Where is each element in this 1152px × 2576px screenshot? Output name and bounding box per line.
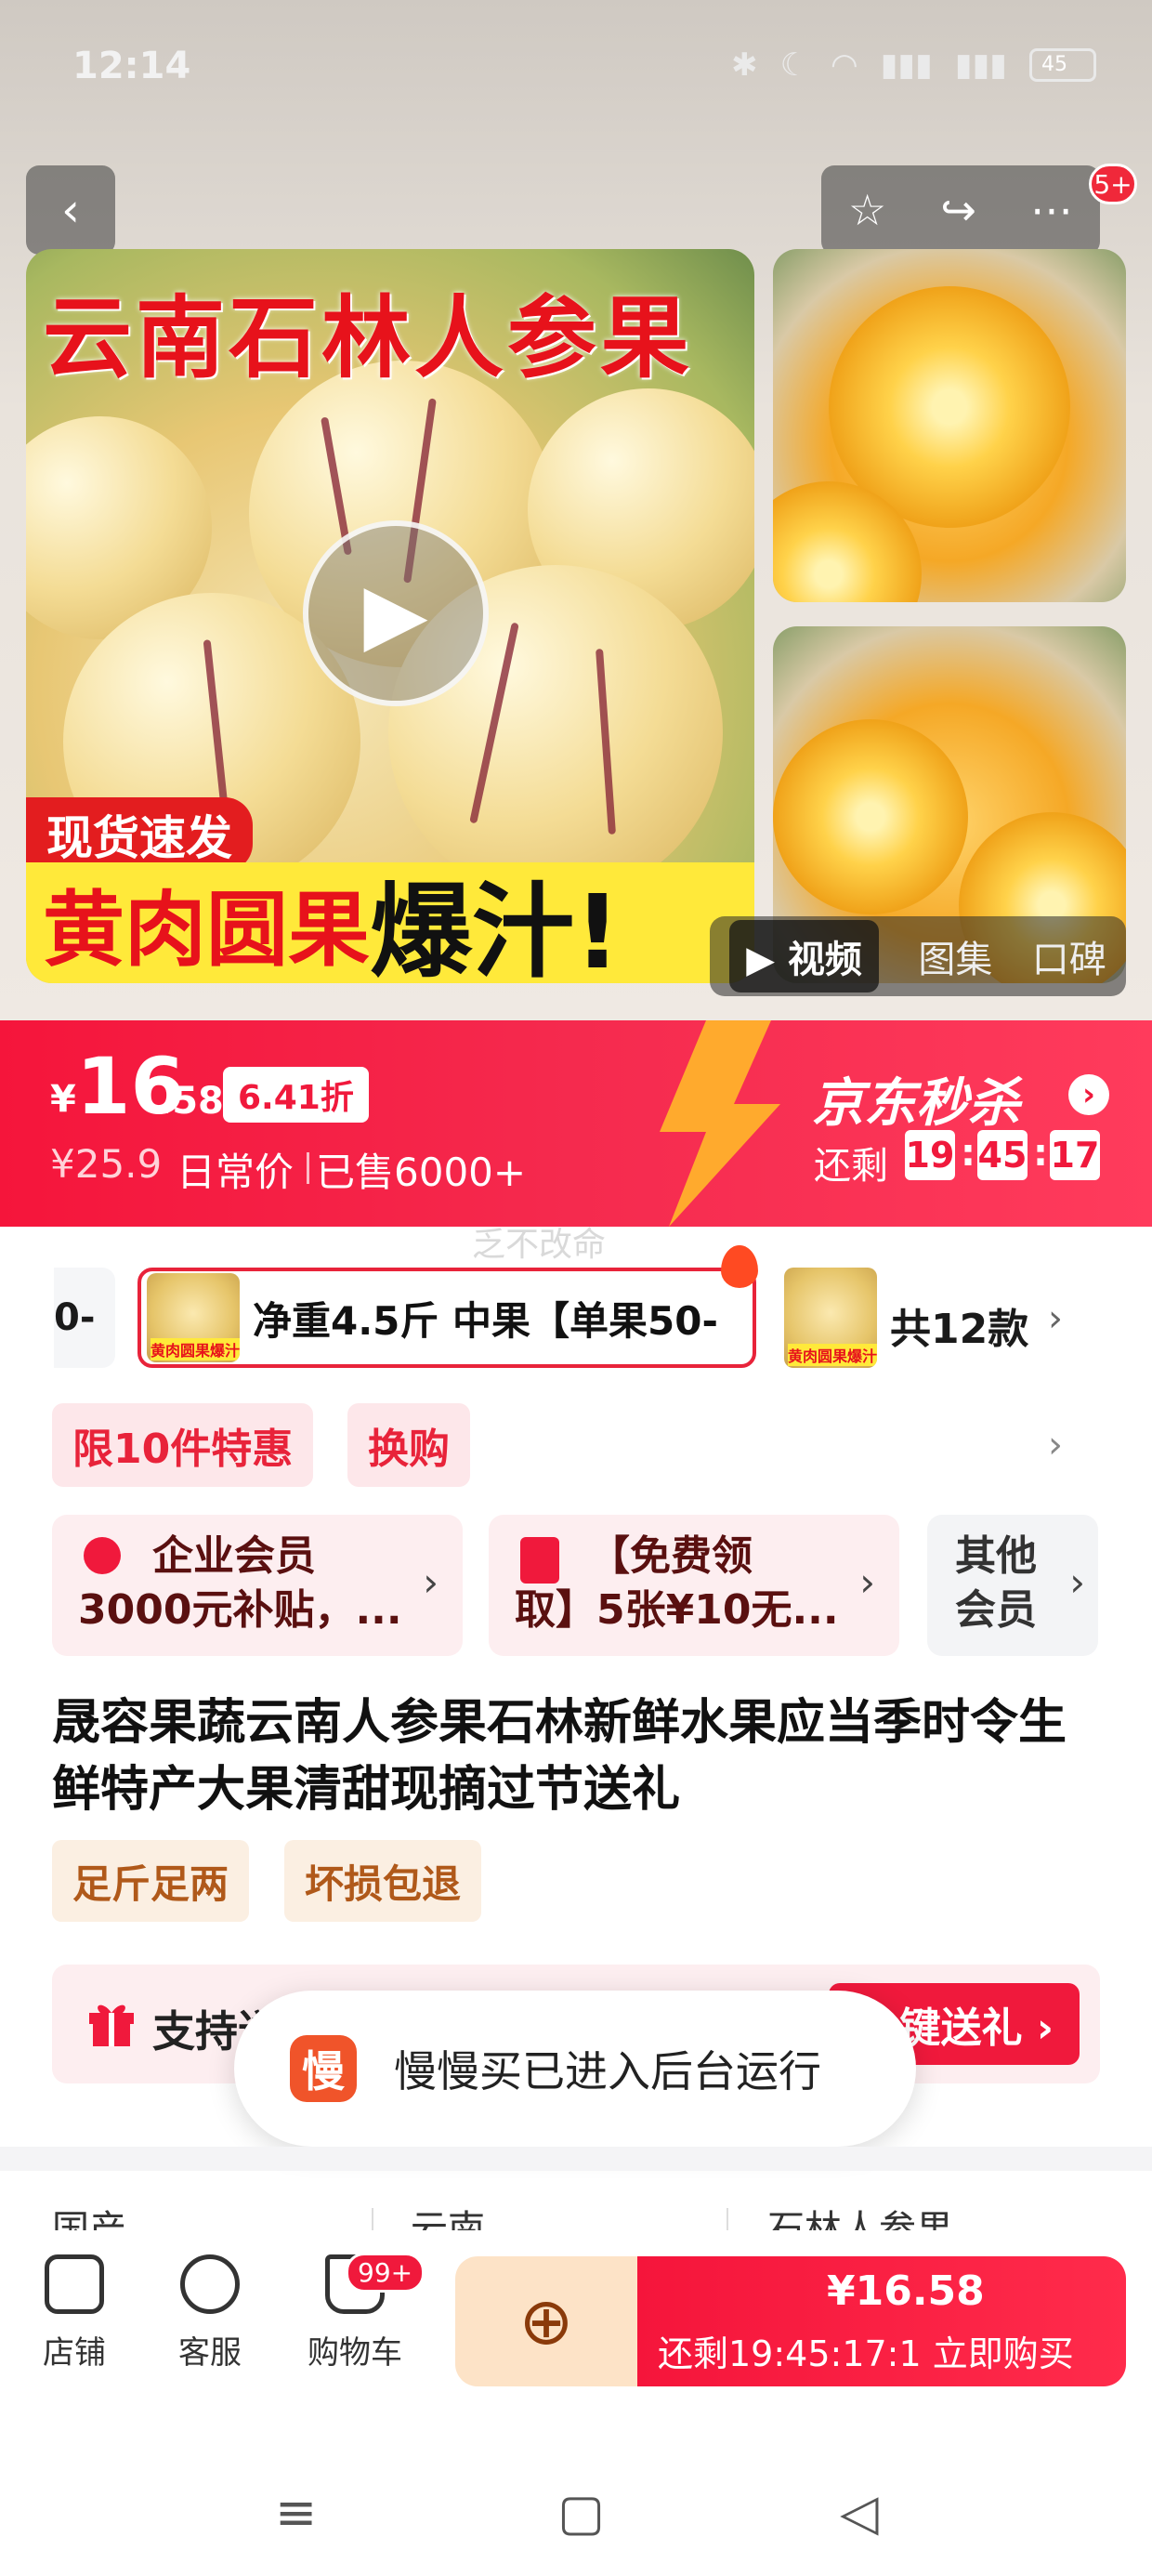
tab-gallery[interactable]: 图集 — [918, 929, 992, 983]
promo-tag-exchange[interactable]: 换购 — [347, 1403, 470, 1487]
more-icon[interactable]: ⋯ — [1030, 185, 1073, 235]
shop-button[interactable]: 店铺 — [19, 2254, 130, 2372]
sku-prev-option[interactable]: 0- — [54, 1268, 115, 1368]
main-product-image[interactable]: 云南石林人参果 ▶ 现货速发 黄肉圆果 爆汁! — [26, 249, 754, 983]
signal-icon-2: ▮▮▮ — [954, 46, 1007, 84]
watermark: 乏不改命 — [472, 1226, 607, 1264]
sku-label: 净重4.5斤 中果【单果50- — [253, 1297, 718, 1344]
add-to-cart-button[interactable]: ⊕ — [455, 2256, 637, 2386]
status-bar: 12:14 ✱ ☾ ◠ ▮▮▮ ▮▮▮ 45 — [0, 0, 1152, 139]
chevron-right-icon[interactable]: › — [1048, 1297, 1063, 1340]
daily-price-label: 日常价 — [177, 1150, 295, 1195]
service-button[interactable]: 客服 — [154, 2254, 266, 2372]
back-nav-icon[interactable]: ◁ — [840, 2483, 879, 2542]
sku-thumbnail: 黄肉圆果爆汁 — [147, 1273, 240, 1362]
media-tabs: ▶ 视频 图集 口碑 — [710, 916, 1126, 996]
cart-count-badge: 99+ — [346, 2253, 425, 2293]
countdown-minutes: 45 — [977, 1130, 1028, 1180]
countdown-seconds: 17 — [1050, 1130, 1100, 1180]
menu-icon[interactable]: ≡ — [275, 2483, 317, 2542]
chevron-right-icon: › — [859, 1559, 875, 1605]
chevron-right-icon: › — [1069, 1559, 1085, 1605]
toast-text: 慢慢买已进入后台运行 — [394, 2046, 821, 2096]
price-currency: ¥ — [50, 1078, 76, 1121]
image-slogan: 黄肉圆果 爆汁! — [26, 862, 754, 983]
wifi-icon: ◠ — [831, 46, 858, 84]
battery-icon: 45 — [1029, 48, 1096, 82]
promo-card-other-membership[interactable]: 其他 会员 › — [927, 1515, 1098, 1656]
original-price: ¥25.9 — [50, 1141, 163, 1187]
home-icon[interactable]: ▢ — [557, 2483, 605, 2542]
sku-selected-option[interactable]: 黄肉圆果爆汁 净重4.5斤 中果【单果50- — [137, 1268, 756, 1368]
promo-tag-limited[interactable]: 限10件特惠 — [52, 1403, 314, 1487]
cart-plus-icon: ⊕ — [518, 2283, 574, 2359]
sku-next-thumbnail[interactable]: 黄肉圆果爆汁 — [784, 1268, 877, 1368]
tab-reviews[interactable]: 口碑 — [1032, 929, 1106, 983]
guarantee-tag[interactable]: 足斤足两 — [52, 1840, 250, 1922]
section-separator — [0, 2147, 1152, 2171]
share-icon[interactable]: ↪ — [940, 185, 976, 235]
bluetooth-icon: ✱ — [731, 46, 758, 84]
gift-icon — [89, 2004, 134, 2046]
countdown-label: 还剩 — [814, 1145, 888, 1188]
promo-card-text: 企业会员 3000元补贴，... — [78, 1532, 402, 1634]
sold-count: 已售6000+ — [316, 1150, 527, 1195]
product-title: 晟容果蔬云南人参果石林新鲜水果应当季时令生鲜特产大果清甜现摘过节送礼 — [52, 1695, 1067, 1818]
image-title: 云南石林人参果 — [43, 286, 693, 390]
app-icon: 慢 — [290, 2035, 357, 2102]
stock-tag: 现货速发 — [26, 797, 253, 872]
tab-video[interactable]: ▶ 视频 — [729, 920, 879, 992]
jd-seckill-label[interactable]: 京东秒杀 — [812, 1061, 1020, 1137]
buy-countdown: 还剩19:45:17:1 立即购买 — [658, 2333, 1074, 2374]
lightning-icon — [660, 1020, 780, 1227]
store-icon — [45, 2254, 104, 2314]
buy-price: ¥16.58 — [827, 2267, 985, 2315]
status-icons: ✱ ☾ ◠ ▮▮▮ ▮▮▮ 45 — [731, 46, 1096, 84]
side-image-1[interactable] — [773, 249, 1126, 602]
chevron-right-icon: › — [423, 1559, 439, 1605]
chevron-left-icon: ‹ — [61, 183, 80, 237]
discount-badge: 6.41折 — [223, 1067, 369, 1123]
countdown-hours: 19 — [905, 1130, 955, 1180]
chat-face-icon — [180, 2254, 240, 2314]
divider — [307, 1152, 309, 1184]
promo-card-coupon[interactable]: 【免费领 取】5张¥10无... › — [489, 1515, 899, 1656]
chevron-right-icon[interactable]: › — [1068, 1074, 1109, 1115]
promo-card-enterprise[interactable]: 企业会员 3000元补贴，... › — [52, 1515, 463, 1656]
guarantee-tag[interactable]: 坏损包退 — [284, 1840, 482, 1922]
promo-card-text: 【免费领 取】5张¥10无... — [515, 1532, 839, 1634]
signal-icon: ▮▮▮ — [880, 46, 933, 84]
moon-icon: ☾ — [779, 46, 809, 84]
price-decimal: .58 — [158, 1080, 224, 1123]
star-icon[interactable]: ☆ — [848, 185, 886, 235]
fire-icon — [721, 1245, 758, 1288]
play-icon[interactable]: ▶ — [303, 520, 489, 706]
top-actions: ☆ ↪ ⋯ — [821, 165, 1100, 255]
clock: 12:14 — [72, 45, 191, 87]
sku-count[interactable]: 共12款 — [890, 1295, 1028, 1355]
chevron-right-icon[interactable]: › — [1048, 1424, 1063, 1466]
back-button[interactable]: ‹ — [26, 165, 115, 255]
message-badge: 5+ — [1089, 164, 1137, 204]
toast-notification: 慢 慢慢买已进入后台运行 — [234, 1991, 916, 2147]
